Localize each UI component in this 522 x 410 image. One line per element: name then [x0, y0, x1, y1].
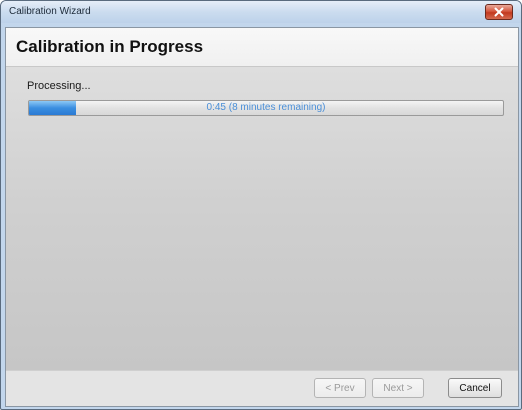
wizard-content: Processing... 0:45 (8 minutes remaining)	[6, 67, 518, 370]
wizard-footer: < Prev Next > Cancel	[6, 370, 518, 406]
window-title: Calibration Wizard	[9, 6, 91, 17]
close-icon	[494, 7, 504, 17]
page-title: Calibration in Progress	[16, 37, 204, 56]
calibration-wizard-window: Calibration Wizard Calibration in Progre…	[0, 0, 522, 410]
status-label: Processing...	[27, 80, 91, 92]
wizard-header: Calibration in Progress	[6, 28, 518, 67]
calibration-progress-bar: 0:45 (8 minutes remaining)	[28, 100, 504, 116]
title-bar[interactable]: Calibration Wizard	[1, 1, 521, 23]
close-button[interactable]	[485, 4, 513, 20]
prev-button[interactable]: < Prev	[314, 378, 366, 398]
progress-text: 0:45 (8 minutes remaining)	[206, 102, 326, 113]
wizard-client-area: Calibration in Progress Processing... 0:…	[5, 27, 519, 407]
next-button[interactable]: Next >	[372, 378, 424, 398]
cancel-button[interactable]: Cancel	[448, 378, 502, 398]
